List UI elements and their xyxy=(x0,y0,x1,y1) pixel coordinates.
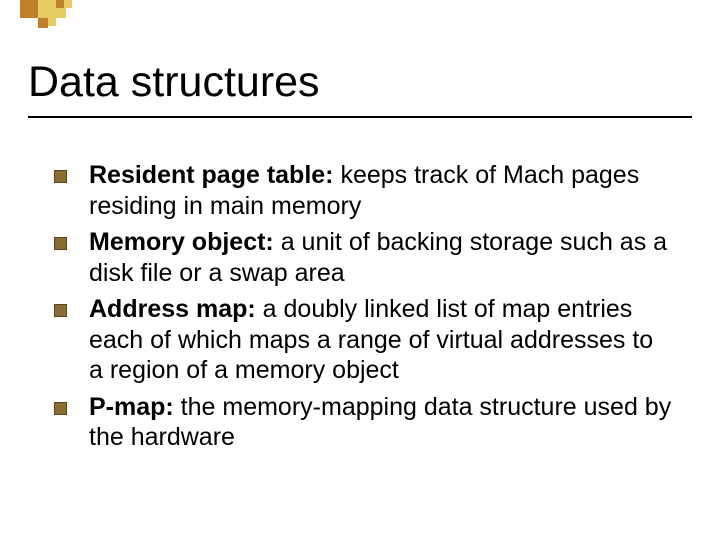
decor-square xyxy=(56,8,66,18)
square-bullet-icon xyxy=(54,304,67,317)
decor-square xyxy=(38,0,56,18)
term: P-map: xyxy=(89,393,174,421)
term: Address map: xyxy=(89,295,256,323)
list-item-text: Address map: a doubly linked list of map… xyxy=(89,294,674,386)
definition: the memory-mapping data structure used b… xyxy=(89,393,671,452)
decor-square xyxy=(56,0,64,8)
list-item-text: P-map: the memory-mapping data structure… xyxy=(89,392,674,453)
bullet-list: Resident page table: keeps track of Mach… xyxy=(54,160,674,459)
list-item: P-map: the memory-mapping data structure… xyxy=(54,392,674,453)
term: Resident page table: xyxy=(89,161,334,189)
decor-square xyxy=(38,18,48,28)
slide-title: Data structures xyxy=(28,58,320,107)
square-bullet-icon xyxy=(54,402,67,415)
decor-square xyxy=(64,0,72,8)
decor-square xyxy=(48,18,56,26)
decor-square xyxy=(20,0,38,18)
slide: Data structures Resident page table: kee… xyxy=(0,0,720,540)
list-item: Memory object: a unit of backing storage… xyxy=(54,227,674,288)
term: Memory object: xyxy=(89,228,274,256)
square-bullet-icon xyxy=(54,170,67,183)
list-item: Address map: a doubly linked list of map… xyxy=(54,294,674,386)
list-item-text: Resident page table: keeps track of Mach… xyxy=(89,160,674,221)
list-item-text: Memory object: a unit of backing storage… xyxy=(89,227,674,288)
title-underline xyxy=(28,116,692,118)
list-item: Resident page table: keeps track of Mach… xyxy=(54,160,674,221)
square-bullet-icon xyxy=(54,237,67,250)
